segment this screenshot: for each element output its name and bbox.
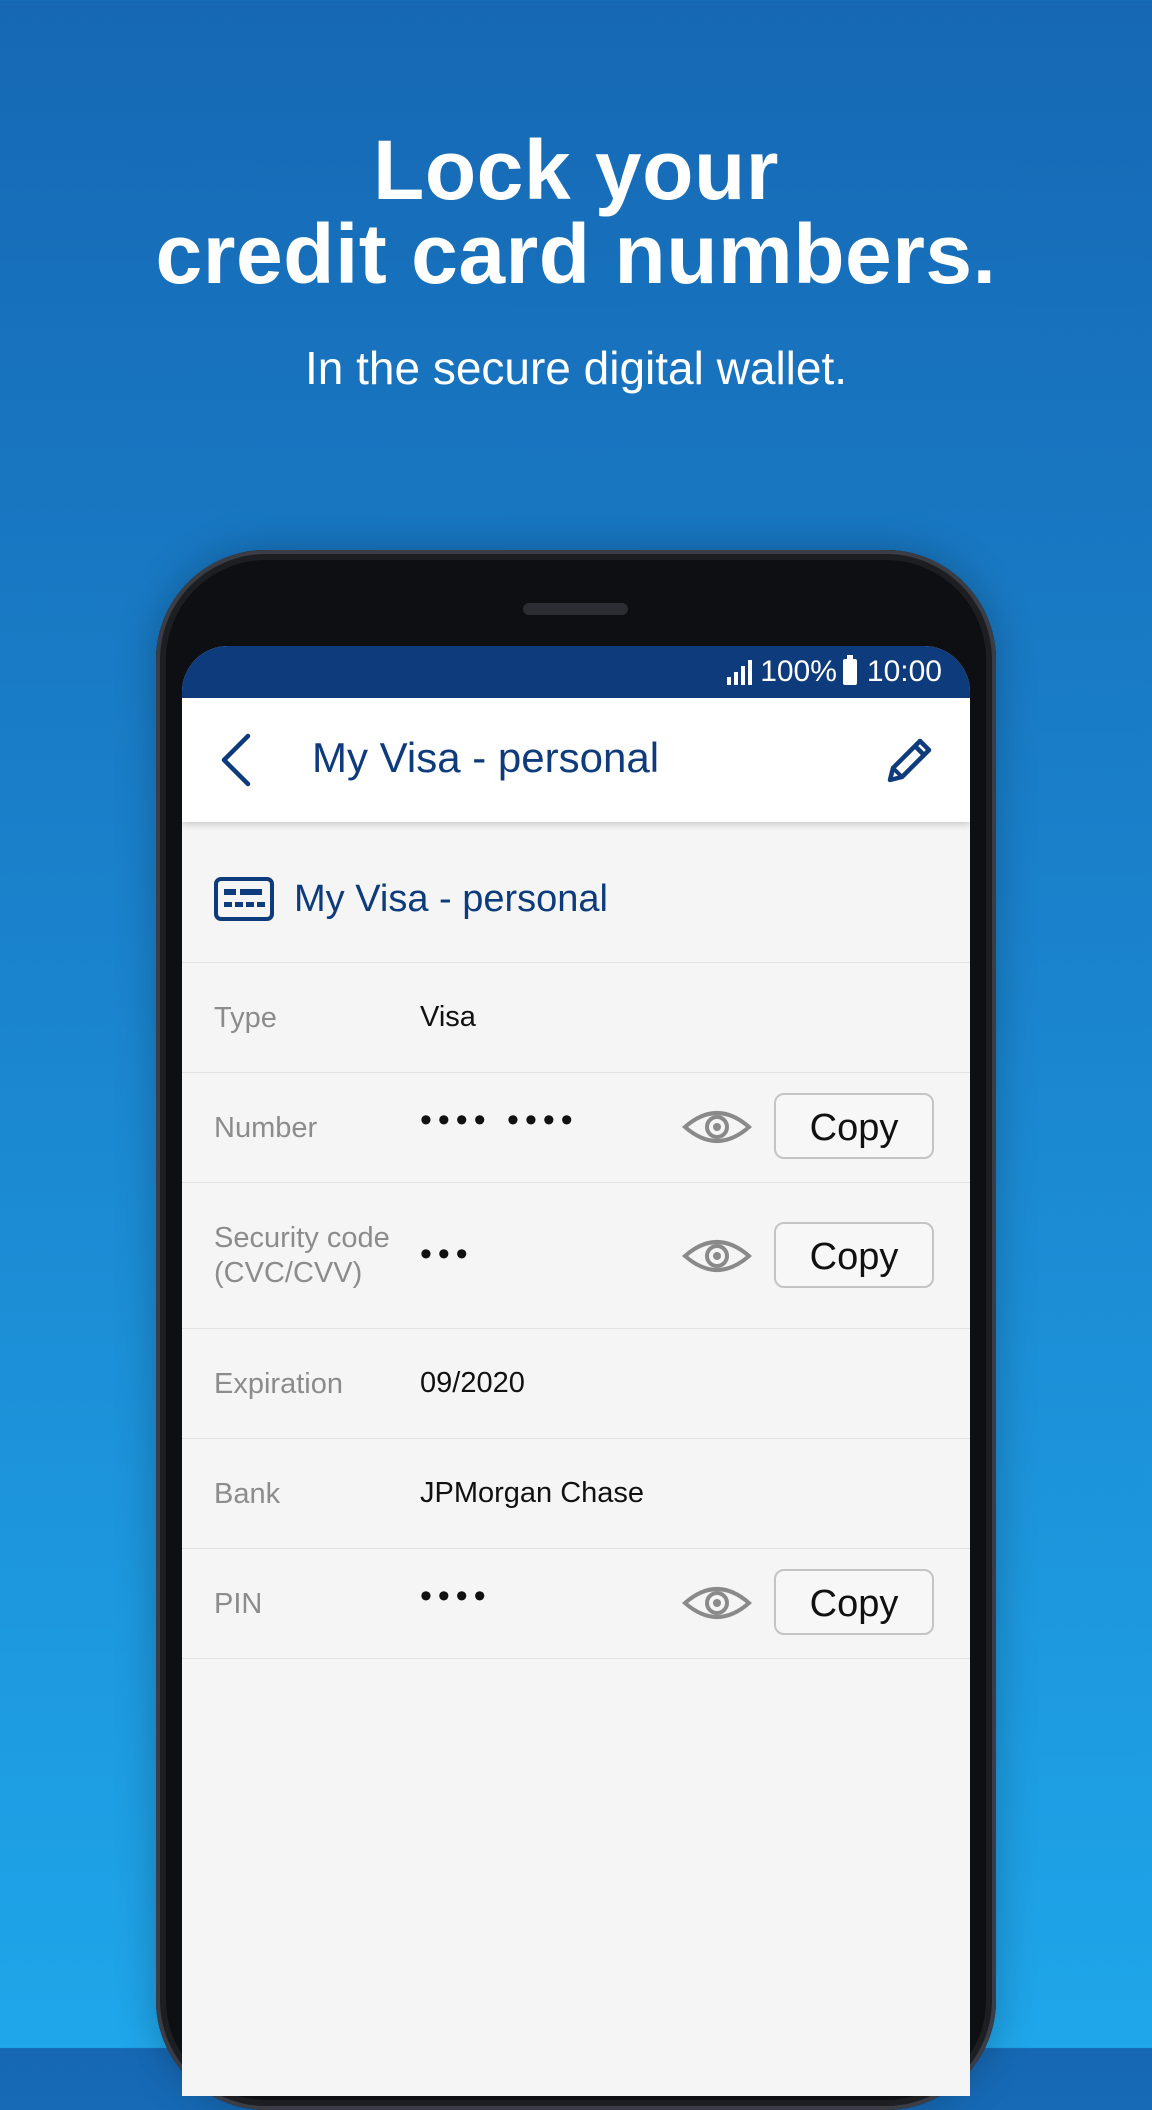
promo-headline-line2: credit card numbers. [155,207,997,301]
field-row-number: Number •••• •••• Copy [182,1073,970,1183]
field-row-security-code: Security code (CVC/CVV) ••• Copy [182,1183,970,1329]
field-value: 09/2020 [420,1367,525,1399]
eye-icon[interactable] [682,1236,752,1276]
clock: 10:00 [866,655,942,688]
battery-percent: 100% [760,655,837,688]
card-icon [214,877,274,921]
eye-icon[interactable] [682,1583,752,1623]
field-label: Number [214,1112,318,1144]
field-label-line2: (CVC/CVV) [214,1257,363,1289]
field-row-pin: PIN •••• Copy [182,1549,970,1659]
field-label: Type [214,1002,277,1034]
field-label: Bank [214,1478,281,1510]
copy-number-button[interactable]: Copy [774,1093,934,1159]
field-label-line1: Security code [214,1222,390,1254]
app-bar: My Visa - personal [182,698,970,822]
promo-headline: Lock your credit card numbers. [0,128,1152,296]
card-title: My Visa - personal [294,878,608,920]
eye-icon[interactable] [682,1107,752,1147]
signal-icon [727,659,753,685]
promo-subheadline: In the secure digital wallet. [304,342,848,394]
field-row-expiration: Expiration 09/2020 [182,1329,970,1439]
page-title: My Visa - personal [312,734,660,781]
edit-pencil-icon[interactable] [880,730,940,790]
field-label: Expiration [214,1368,343,1400]
battery-icon [842,655,857,685]
field-row-type: Type Visa [182,963,970,1073]
promo-headline-line1: Lock your [373,123,779,217]
field-label: PIN [214,1588,263,1620]
phone-speaker [523,603,628,615]
copy-security-code-button[interactable]: Copy [774,1222,934,1288]
copy-pin-button[interactable]: Copy [774,1569,934,1635]
field-value: JPMorgan Chase [420,1477,645,1509]
field-label: Security code (CVC/CVV) [214,1221,390,1291]
field-value-masked: ••• [420,1235,474,1273]
field-value: Visa [420,1001,476,1033]
back-chevron-icon[interactable] [218,732,258,788]
field-value-masked: •••• •••• [420,1101,579,1139]
card-header: My Visa - personal [182,822,970,963]
status-bar: 100% 10:00 [182,646,970,698]
field-row-bank: Bank JPMorgan Chase [182,1439,970,1549]
phone-screen: 100% 10:00 My Visa - personal My Visa - … [182,646,970,2096]
field-value-masked: •••• [420,1577,492,1615]
